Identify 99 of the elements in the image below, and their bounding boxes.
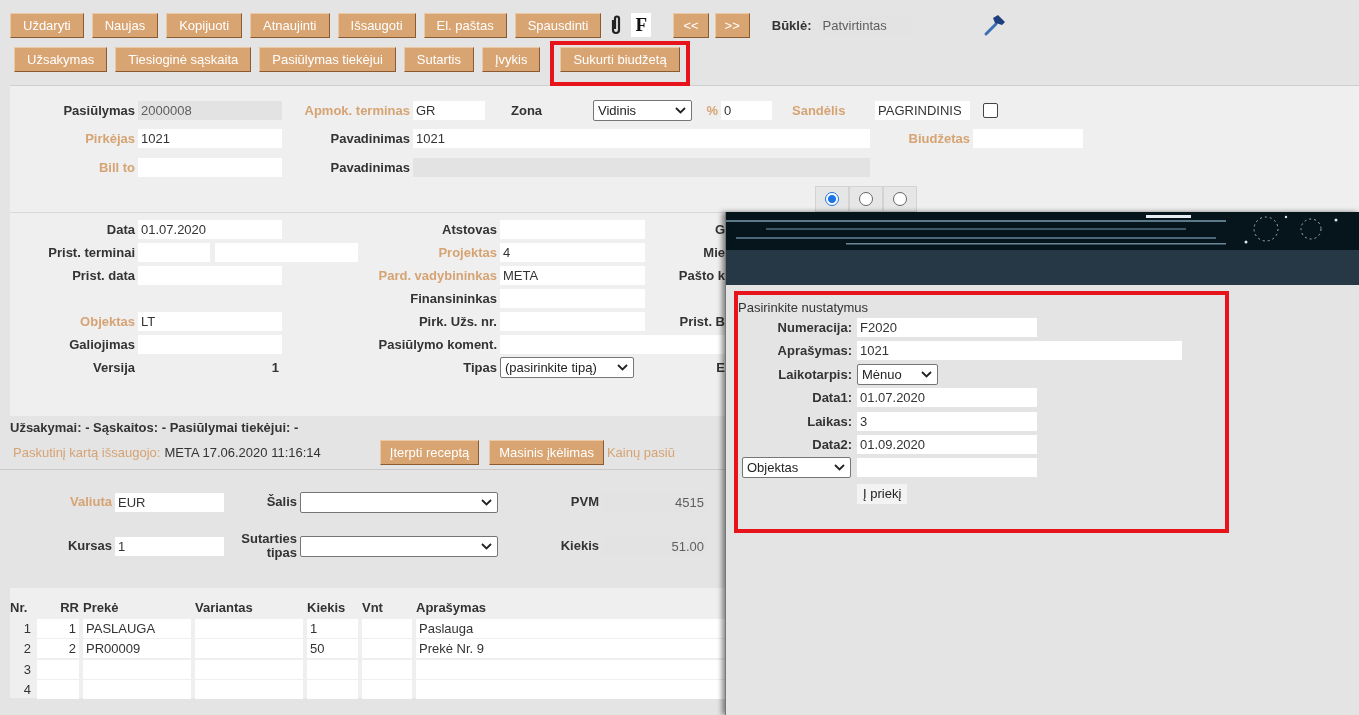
field-label: Pirk. Užs. nr. [417,314,497,329]
text-field[interactable]: META [500,266,645,285]
text-field[interactable]: 3 [857,411,1037,431]
column-header: RR [59,600,79,615]
text-field[interactable]: LT [138,312,282,331]
table-cell[interactable]: Paslauga [416,618,725,638]
dialog-title: Pasirinkite nustatymus [738,300,870,317]
radio-button[interactable] [893,192,907,206]
text-field[interactable]: 1021 [857,341,1182,361]
field-label: Data [105,222,135,237]
table-cell[interactable] [416,659,725,679]
field-label: Kursas [66,539,112,553]
table-cell[interactable]: 1 [37,618,79,638]
field-label: Šalis [265,495,297,509]
text-field[interactable]: PAGRINDINIS [875,100,970,120]
table-cell[interactable] [195,680,303,699]
field-label: Pavadinimas [329,159,410,175]
select-field[interactable]: Objektas [742,457,851,479]
field-label: Data2: [811,436,852,452]
column-header: Kiekis [307,600,347,615]
text-field[interactable]: 0 [721,100,772,120]
field-label: G [714,222,725,237]
radio-button[interactable] [825,192,839,206]
text-field[interactable]: 01.07.2020 [138,220,282,239]
field-label: Laikas: [806,413,852,429]
row-number: 2 [22,641,32,656]
links-summary: Užsakymai: - Sąskaitos: - Pasiūlymai tiekėjui: - [10,420,299,436]
chevron-icon [481,498,492,506]
field-label: Prist. data [71,268,135,283]
hammer-icon[interactable] [983,13,1008,37]
chevron-icon [921,370,932,378]
field-label: Pasiūlymo koment. [377,337,497,352]
column-header: Variantas [195,600,254,615]
saved-label: Paskutinį kartą išsaugojo: [13,445,161,460]
field-label: PVM [569,495,599,509]
text-field[interactable]: 4 [500,243,645,262]
text-field[interactable]: 01.09.2020 [857,434,1037,454]
table-cell[interactable]: 2 [37,639,79,658]
column-header: Vnt [362,600,384,615]
field-label: Aprašymas: [776,343,852,359]
select-field[interactable] [300,491,498,513]
field-label: Prist. B [679,314,725,329]
checkbox[interactable] [983,102,998,118]
row-number: 3 [22,661,32,677]
saved-info: META 17.06.2020 11:16:14 [164,445,321,460]
table-cell[interactable]: 50 [307,639,358,658]
field-label: Pašto k [678,268,725,283]
radio-button[interactable] [859,192,873,206]
field-label: Atstovas [441,222,497,237]
select-field[interactable] [300,535,498,557]
text-field[interactable]: 01.07.2020 [857,388,1037,408]
field-label: Data1: [811,390,852,406]
field-label: Sutarties tipas [240,532,297,560]
chevron-icon [617,364,628,371]
text-field[interactable]: EUR [115,492,224,512]
table-cell[interactable] [83,680,191,699]
letter-button[interactable]: F [631,13,652,37]
table-cell[interactable] [307,680,358,699]
text-field[interactable]: 1021 [138,129,282,148]
field-label: Tipas [462,360,497,375]
row-number: 1 [22,620,32,636]
table-cell[interactable]: PR00009 [83,639,191,658]
field-label: Versija [92,360,135,375]
forward-button[interactable]: Į priekį [857,483,908,504]
field-label: Laikotarpis: [777,366,852,382]
select-field[interactable]: (pasirinkite tipą) [500,357,634,378]
column-header: Nr. [10,600,29,615]
text-field[interactable]: GR [413,100,485,120]
field-label: Numeracija: [776,320,852,335]
field-label: Pavadinimas [329,131,410,146]
text-field[interactable] [857,458,1037,478]
field-label: Pasiūlymas [62,102,135,118]
table-cell[interactable]: 1 [307,618,358,638]
chevron-icon [481,542,492,550]
chevron-icon [834,464,845,472]
field-label: Prist. terminai [47,245,135,260]
table-cell[interactable] [416,680,725,699]
status-label: Būklė: [771,17,812,33]
text-field[interactable]: 1021 [413,129,870,148]
field-label: Galiojimas [68,337,135,352]
text-field[interactable]: F2020 [857,318,1037,337]
column-header: Prekė [83,600,120,615]
field-label: E [716,360,725,375]
chevron-icon [675,106,686,114]
field-label: Finansininkas [409,291,497,306]
text-field[interactable]: 1 [115,536,224,556]
column-header: Aprašymas [416,600,488,615]
table-cell[interactable]: Prekė Nr. 9 [416,639,725,658]
version-number: 1 [270,360,280,375]
field-label: Zona [511,102,544,118]
row-number: 4 [22,682,32,697]
readonly-field: 2000008 [138,100,282,120]
table-cell[interactable] [37,680,79,699]
select-field[interactable]: Mėnuo [857,363,938,385]
table-cell[interactable] [362,680,412,699]
field-label: Mie [703,245,725,260]
field-label: Kiekis [559,539,599,553]
select-field[interactable]: Vidinis [593,99,692,121]
table-cell[interactable]: PASLAUGA [83,618,191,638]
